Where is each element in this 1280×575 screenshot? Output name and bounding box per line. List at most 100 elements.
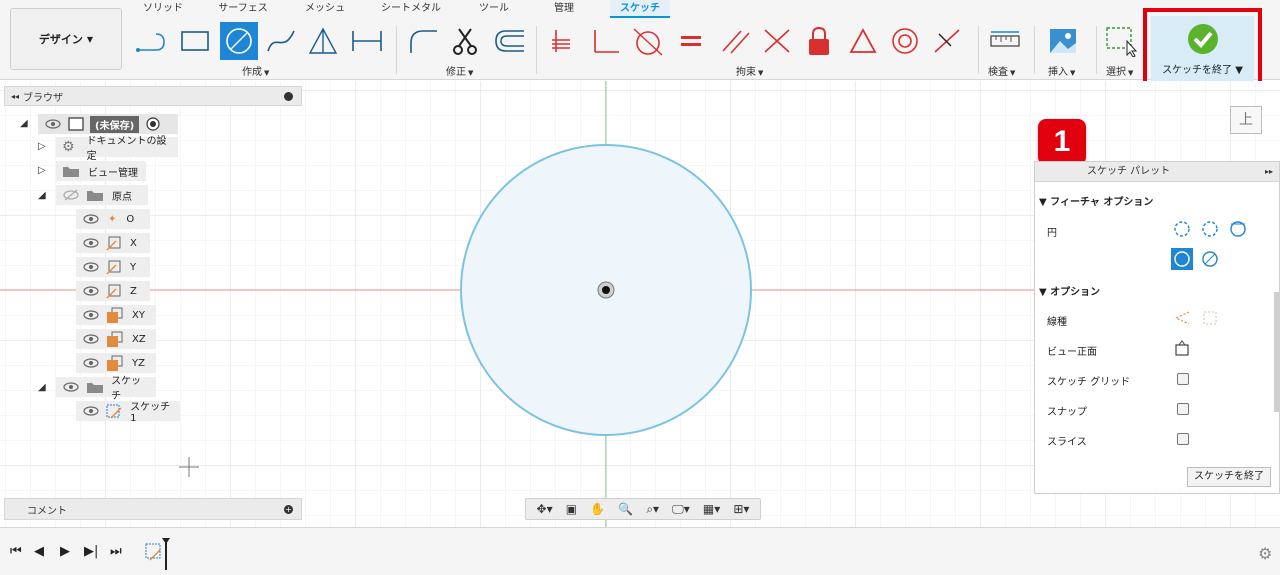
feature-options-header[interactable]: ▼ フィーチャ オプション bbox=[1039, 193, 1153, 208]
tangent-constraint-button[interactable] bbox=[628, 22, 666, 60]
tree-item-sketch1[interactable]: スケッチ1 bbox=[76, 401, 180, 424]
tab-tools[interactable]: ツール bbox=[472, 0, 516, 18]
tab-manage[interactable]: 管理 bbox=[544, 0, 584, 18]
collapse-triangle-icon[interactable]: ◢ bbox=[20, 118, 32, 130]
play-icon[interactable]: ▶ bbox=[60, 544, 70, 559]
equal-constraint-button[interactable] bbox=[672, 22, 710, 60]
eye-icon[interactable] bbox=[82, 261, 100, 273]
palette-header[interactable]: スケッチ パレット ▸▸ bbox=[1035, 162, 1279, 182]
eye-icon[interactable] bbox=[44, 118, 62, 130]
lock-constraint-button[interactable] bbox=[800, 22, 838, 60]
offset-tool-button[interactable] bbox=[490, 22, 528, 60]
tab-sketch[interactable]: スケッチ bbox=[610, 0, 670, 18]
eye-icon[interactable] bbox=[82, 333, 100, 345]
comment-bar[interactable]: コメント + bbox=[4, 498, 302, 520]
viewports-icon[interactable]: ⊞▾ bbox=[733, 502, 749, 516]
fillet-tool-button[interactable] bbox=[404, 22, 442, 60]
pan-hand-icon[interactable]: ✋ bbox=[590, 502, 605, 516]
tab-solid[interactable]: ソリッド bbox=[140, 0, 186, 18]
fit-zoom-icon[interactable]: ⌕▾ bbox=[646, 502, 659, 517]
activate-radio-icon[interactable] bbox=[145, 116, 161, 132]
grid-settings-icon[interactable]: ▦▾ bbox=[703, 502, 720, 516]
tree-item-origin[interactable]: 原点 bbox=[56, 185, 148, 205]
measure-tool-button[interactable] bbox=[986, 22, 1024, 60]
fix-constraint-button[interactable] bbox=[758, 22, 796, 60]
symmetry-constraint-button[interactable] bbox=[844, 22, 882, 60]
concentric-constraint-button[interactable] bbox=[886, 22, 924, 60]
center-diameter-circle-option[interactable] bbox=[1171, 218, 1193, 240]
collapse-triangle-icon[interactable]: ◢ bbox=[38, 190, 50, 202]
tree-item-y-axis[interactable]: Y bbox=[76, 257, 150, 277]
insert-group-menu[interactable]: 挿入 ▼ bbox=[1048, 63, 1075, 78]
tab-surface[interactable]: サーフェス bbox=[214, 0, 272, 18]
tree-item-z-axis[interactable]: Z bbox=[76, 281, 150, 301]
trim-tool-button[interactable] bbox=[446, 22, 484, 60]
line-tool-button[interactable] bbox=[132, 22, 170, 60]
go-to-end-icon[interactable]: ⏭ bbox=[110, 544, 122, 559]
eye-icon[interactable] bbox=[82, 405, 99, 417]
minimize-icon[interactable] bbox=[284, 92, 293, 101]
sketch-grid-checkbox[interactable] bbox=[1177, 373, 1189, 385]
expand-right-icon[interactable]: ▸▸ bbox=[1265, 162, 1273, 182]
tree-item-origin-point[interactable]: ✦ O bbox=[76, 209, 150, 229]
eye-icon[interactable] bbox=[82, 357, 100, 369]
tree-item-named-views[interactable]: ビュー管理 bbox=[56, 161, 146, 181]
zoom-icon[interactable]: 🔍 bbox=[618, 502, 633, 516]
parallel-constraint-button[interactable] bbox=[716, 22, 754, 60]
gear-icon[interactable]: ⚙ bbox=[1258, 544, 1272, 563]
eye-icon[interactable] bbox=[82, 213, 100, 225]
modify-group-menu[interactable]: 修正 ▼ bbox=[446, 63, 473, 78]
snap-checkbox[interactable] bbox=[1177, 403, 1189, 415]
spline-tool-button[interactable] bbox=[262, 22, 300, 60]
slice-checkbox[interactable] bbox=[1177, 433, 1189, 445]
go-to-start-icon[interactable]: ⏮ bbox=[10, 544, 22, 559]
look-at-icon[interactable]: ▣ bbox=[566, 502, 577, 516]
orbit-icon[interactable]: ✥▾ bbox=[537, 502, 553, 516]
insert-image-button[interactable] bbox=[1044, 22, 1082, 60]
perpendicular-constraint-button[interactable] bbox=[586, 22, 624, 60]
polygon-tool-button[interactable] bbox=[304, 22, 342, 60]
finish-sketch-button[interactable]: スケッチを終了 ▼ bbox=[1151, 16, 1254, 82]
add-comment-icon[interactable]: + bbox=[284, 505, 293, 514]
constrain-group-menu[interactable]: 拘束 ▼ bbox=[736, 63, 763, 78]
step-forward-icon[interactable]: ▶| bbox=[84, 544, 98, 559]
create-group-menu[interactable]: 作成 ▼ bbox=[242, 63, 269, 78]
palette-finish-sketch-button[interactable]: スケッチを終了 bbox=[1187, 467, 1271, 487]
tree-item-xz-plane[interactable]: XZ bbox=[76, 329, 156, 349]
eye-icon[interactable] bbox=[82, 237, 100, 249]
tangent-circle-option[interactable] bbox=[1171, 248, 1193, 270]
centerline-toggle[interactable] bbox=[1199, 307, 1221, 329]
select-group-menu[interactable]: 選択 ▼ bbox=[1106, 63, 1133, 78]
collapse-left-icon[interactable]: ◂◂ bbox=[11, 92, 19, 101]
construction-line-toggle[interactable] bbox=[1171, 307, 1193, 329]
eye-icon[interactable] bbox=[62, 381, 80, 393]
tree-item-doc-settings[interactable]: ⚙ ドキュメントの設定 bbox=[56, 136, 178, 162]
options-header[interactable]: ▼ オプション bbox=[1039, 283, 1100, 298]
eye-icon[interactable] bbox=[82, 285, 100, 297]
tree-item-x-axis[interactable]: X bbox=[76, 233, 150, 253]
viewcube[interactable]: 上 bbox=[1230, 106, 1262, 134]
dimension-tool-button[interactable] bbox=[348, 22, 386, 60]
display-settings-icon[interactable]: 🖵▾ bbox=[672, 502, 690, 517]
coincident-constraint-button[interactable] bbox=[544, 22, 582, 60]
circle-tool-button[interactable] bbox=[220, 22, 258, 60]
eye-icon[interactable] bbox=[82, 309, 100, 321]
expand-triangle-icon[interactable]: ▷ bbox=[38, 141, 50, 153]
tab-mesh[interactable]: メッシュ bbox=[302, 0, 348, 18]
palette-scrollbar[interactable] bbox=[1274, 292, 1279, 412]
diameter-circle-option[interactable] bbox=[1199, 248, 1221, 270]
tree-item-yz-plane[interactable]: YZ bbox=[76, 353, 156, 373]
inspect-group-menu[interactable]: 検査 ▼ bbox=[988, 63, 1015, 78]
collapse-triangle-icon[interactable]: ◢ bbox=[38, 382, 50, 394]
tab-sheetmetal[interactable]: シートメタル bbox=[376, 0, 446, 18]
tree-root[interactable]: (未保存) bbox=[38, 114, 178, 134]
tree-item-xy-plane[interactable]: XY bbox=[76, 305, 156, 325]
look-at-button[interactable] bbox=[1171, 337, 1193, 359]
timeline-sketch-feature-icon[interactable] bbox=[144, 538, 174, 572]
eye-hidden-icon[interactable] bbox=[62, 189, 80, 201]
three-point-circle-option[interactable] bbox=[1227, 218, 1249, 240]
two-point-circle-option[interactable] bbox=[1199, 218, 1221, 240]
select-tool-button[interactable] bbox=[1102, 22, 1140, 60]
midpoint-constraint-button[interactable] bbox=[928, 22, 966, 60]
rectangle-tool-button[interactable] bbox=[176, 22, 214, 60]
